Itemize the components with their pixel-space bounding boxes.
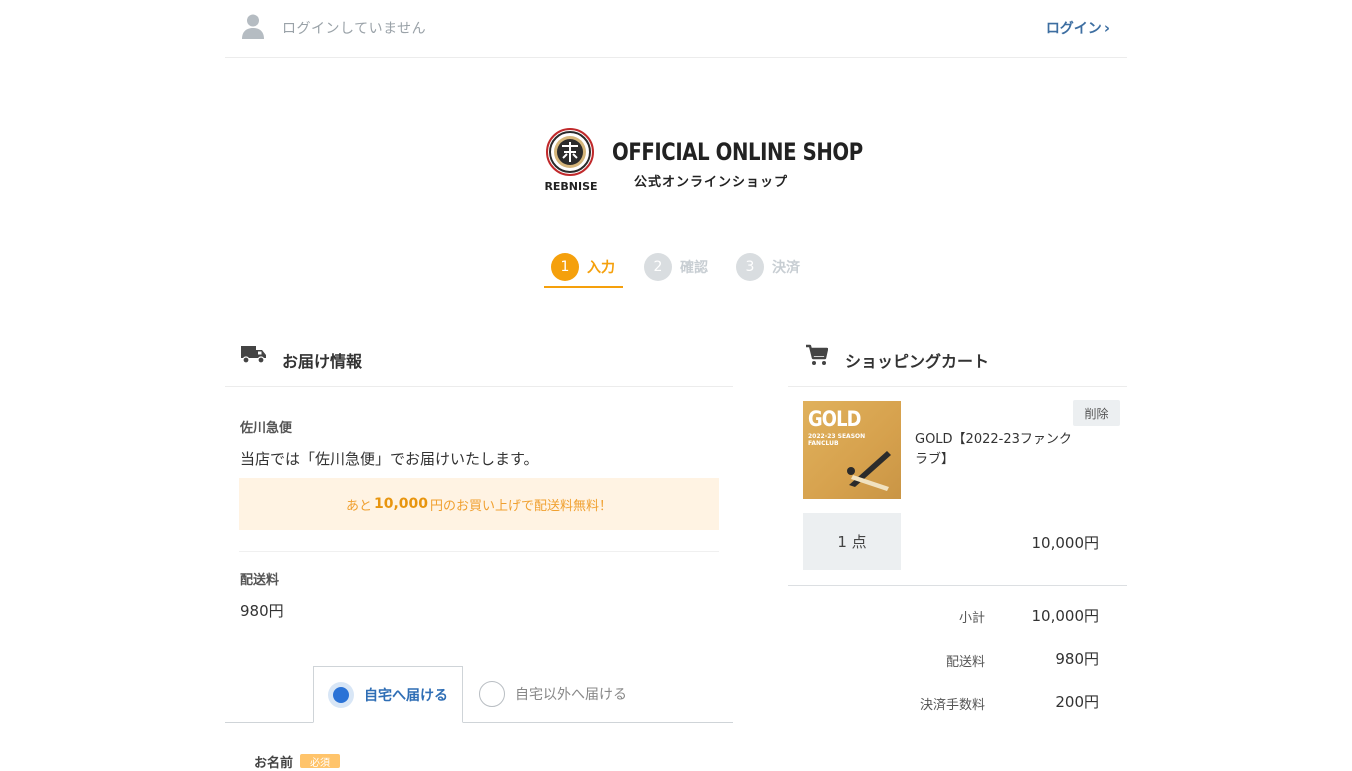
free-ship-prefix: あと <box>345 498 372 514</box>
step-label: 決済 <box>772 260 800 276</box>
step-payment: 3 決済 <box>736 253 800 281</box>
shipping-fee-label: 配送料 <box>240 573 280 588</box>
step-confirm: 2 確認 <box>644 253 708 281</box>
user-icon <box>242 14 264 39</box>
cart-section-header: ショッピングカート <box>788 330 1127 387</box>
step-number: 2 <box>644 253 672 281</box>
shop-subtitle: 公式オンラインショップ <box>634 175 789 190</box>
free-ship-amount: 10,000 <box>373 496 429 512</box>
divider <box>788 585 1127 586</box>
shipping-fee-value: 980円 <box>240 602 284 620</box>
delivery-section-header: お届け情報 <box>225 330 733 387</box>
free-ship-suffix: 円のお買い上げで配送料無料！ <box>430 498 613 514</box>
thumb-title: GOLD <box>808 407 861 431</box>
free-shipping-notice: あと 10,000 円のお買い上げで配送料無料！ <box>239 478 719 530</box>
step-number: 3 <box>736 253 764 281</box>
carrier-label: 佐川急便 <box>240 421 293 436</box>
required-badge: 必須 <box>300 754 340 769</box>
subtotal-value: 10,000円 <box>1031 607 1100 625</box>
delete-item-button[interactable]: 削除 <box>1073 400 1120 426</box>
shopping-cart-icon <box>806 344 828 365</box>
quantity-box[interactable]: 1 点 <box>803 513 901 570</box>
tab-deliver-home[interactable]: 自宅へ届ける <box>313 666 463 723</box>
tab-deliver-home-label[interactable]: 自宅へ届ける <box>364 685 448 705</box>
chevron-right-icon: › <box>1103 19 1110 37</box>
top-bar: ログインしていません ログイン › <box>225 0 1127 58</box>
carrier-description: 当店では「佐川急便」でお届けいたします。 <box>240 450 539 468</box>
tab-deliver-other-label[interactable]: 自宅以外へ届ける <box>515 684 627 704</box>
active-step-underline <box>544 286 623 288</box>
product-name: GOLD【2022-23ファンクラブ】 <box>915 432 1072 467</box>
step-label: 確認 <box>680 260 708 276</box>
thumb-subtitle-line: 2022-23 SEASON <box>808 433 866 440</box>
logo-text: REBNISE <box>544 180 597 193</box>
shop-title: OFFICIAL ONLINE SHOP <box>612 138 863 166</box>
fan-card-graphic <box>847 451 891 491</box>
cart-title: ショッピングカート <box>845 352 990 371</box>
payment-fee-label: 決済手数料 <box>919 698 985 713</box>
login-link[interactable]: ログイン › <box>1046 18 1110 38</box>
team-logo-emblem: REBNISE <box>544 128 598 193</box>
delivery-title: お届け情報 <box>282 352 363 371</box>
shipping-summary-label: 配送料 <box>945 655 985 670</box>
login-link-label[interactable]: ログイン <box>1046 18 1102 38</box>
truck-icon <box>241 346 266 364</box>
item-price: 10,000円 <box>1031 534 1100 552</box>
product-thumbnail[interactable]: GOLD 2022-23 SEASON FANCLUB <box>803 401 901 499</box>
radio-unselected[interactable] <box>479 681 505 707</box>
divider <box>239 551 719 552</box>
radio-selected[interactable] <box>328 681 354 708</box>
subtotal-label: 小計 <box>958 611 985 626</box>
tabs-baseline <box>225 722 733 723</box>
step-input: 1 入力 <box>551 253 615 281</box>
payment-fee-value: 200円 <box>1055 693 1099 711</box>
tab-deliver-other[interactable]: 自宅以外へ届ける <box>466 666 666 722</box>
step-label: 入力 <box>587 260 615 276</box>
step-number: 1 <box>551 253 579 281</box>
shipping-summary-value: 980円 <box>1055 650 1099 668</box>
login-status-text: ログインしていません <box>282 21 427 37</box>
